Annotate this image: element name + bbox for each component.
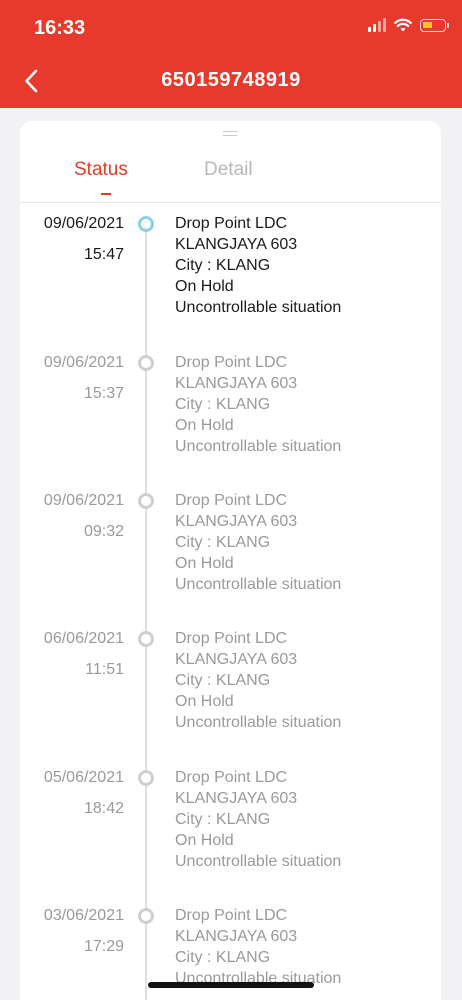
entry-date: 09/06/2021 <box>43 354 124 371</box>
drag-handle[interactable] <box>223 131 237 136</box>
entry-location-code: KLANGJAYA 603 <box>175 513 298 530</box>
battery-icon <box>420 18 449 32</box>
tabs-divider <box>20 202 441 203</box>
entry-status: On Hold <box>175 417 234 434</box>
entry-location: Drop Point LDC <box>175 215 288 232</box>
nav-bar: 650159748919 <box>0 56 462 108</box>
status-bar: 16:33 <box>0 0 462 56</box>
page-title: 650159748919 <box>161 69 301 91</box>
entry-location: Drop Point LDC <box>175 907 288 924</box>
entry-info: Drop Point LDC KLANGJAYA 603 City : KLAN… <box>175 213 341 318</box>
entry-reason: Uncontrollable situation <box>175 853 342 870</box>
entry-date: 06/06/2021 <box>43 630 124 647</box>
entry-info: Drop Point LDC KLANGJAYA 603 City : KLAN… <box>175 352 341 457</box>
entry-time: 15:47 <box>83 246 124 263</box>
entry-location-code: KLANGJAYA 603 <box>175 928 298 945</box>
entry-location: Drop Point LDC <box>175 492 288 509</box>
entry-time: 17:29 <box>83 938 124 955</box>
entry-time: 09:32 <box>83 523 124 540</box>
timeline-dot-icon <box>138 631 154 647</box>
entry-status: On Hold <box>175 278 234 295</box>
entry-city: City : KLANG <box>175 949 271 966</box>
timeline-dot-icon <box>138 216 154 232</box>
entry-location: Drop Point LDC <box>175 769 288 786</box>
entry-city: City : KLANG <box>175 396 271 413</box>
timeline-dot-icon <box>138 355 154 371</box>
entry-info: Drop Point LDC KLANGJAYA 603 City : KLAN… <box>175 490 341 595</box>
status-time: 16:33 <box>34 17 86 39</box>
entry-time: 11:51 <box>85 661 124 678</box>
home-indicator[interactable] <box>148 982 314 988</box>
entry-city: City : KLANG <box>175 811 271 828</box>
timeline-entry: 05/06/2021 18:42 Drop Point LDC KLANGJAY… <box>20 767 441 897</box>
tab-active-indicator <box>101 193 111 195</box>
tab-status[interactable]: Status <box>74 159 128 181</box>
entry-location: Drop Point LDC <box>175 354 288 371</box>
tracking-sheet: Status Detail 09/06/2021 15:47 Drop Poin… <box>20 121 441 1000</box>
entry-time: 18:42 <box>83 800 124 817</box>
entry-location-code: KLANGJAYA 603 <box>175 236 298 253</box>
timeline-entry: 06/06/2021 11:51 Drop Point LDC KLANGJAY… <box>20 628 441 758</box>
entry-time: 15:37 <box>83 385 124 402</box>
wifi-icon <box>394 18 412 32</box>
cellular-signal-icon <box>368 18 386 32</box>
entry-date: 09/06/2021 <box>43 215 124 232</box>
entry-reason: Uncontrollable situation <box>175 714 342 731</box>
timeline-entry: 09/06/2021 09:32 Drop Point LDC KLANGJAY… <box>20 490 441 620</box>
entry-info: Drop Point LDC KLANGJAYA 603 City : KLAN… <box>175 767 341 872</box>
entry-city: City : KLANG <box>175 257 271 274</box>
entry-city: City : KLANG <box>175 672 271 689</box>
entry-info: Drop Point LDC KLANGJAYA 603 City : KLAN… <box>175 905 341 989</box>
entry-location-code: KLANGJAYA 603 <box>175 375 298 392</box>
entry-city: City : KLANG <box>175 534 271 551</box>
entry-info: Drop Point LDC KLANGJAYA 603 City : KLAN… <box>175 628 341 733</box>
entry-reason: Uncontrollable situation <box>175 576 342 593</box>
entry-location: Drop Point LDC <box>175 630 288 647</box>
entry-location-code: KLANGJAYA 603 <box>175 790 298 807</box>
timeline-dot-icon <box>138 493 154 509</box>
entry-location-code: KLANGJAYA 603 <box>175 651 298 668</box>
tab-detail[interactable]: Detail <box>204 159 253 181</box>
header-bar: 16:33 650159748919 <box>0 0 462 108</box>
entry-date: 09/06/2021 <box>43 492 124 509</box>
entry-status: On Hold <box>175 693 234 710</box>
timeline-dot-icon <box>138 908 154 924</box>
entry-status: On Hold <box>175 832 234 849</box>
entry-date: 03/06/2021 <box>43 907 124 924</box>
entry-reason: Uncontrollable situation <box>175 438 342 455</box>
status-icons <box>368 18 449 32</box>
timeline-entry: 09/06/2021 15:37 Drop Point LDC KLANGJAY… <box>20 352 441 482</box>
entry-reason: Uncontrollable situation <box>175 299 342 316</box>
entry-status: On Hold <box>175 555 234 572</box>
timeline-entry: 09/06/2021 15:47 Drop Point LDC KLANGJAY… <box>20 213 441 343</box>
app-screen: 16:33 650159748919 Status Detail 09/06/2… <box>0 0 462 1000</box>
timeline-dot-icon <box>138 770 154 786</box>
entry-date: 05/06/2021 <box>43 769 124 786</box>
